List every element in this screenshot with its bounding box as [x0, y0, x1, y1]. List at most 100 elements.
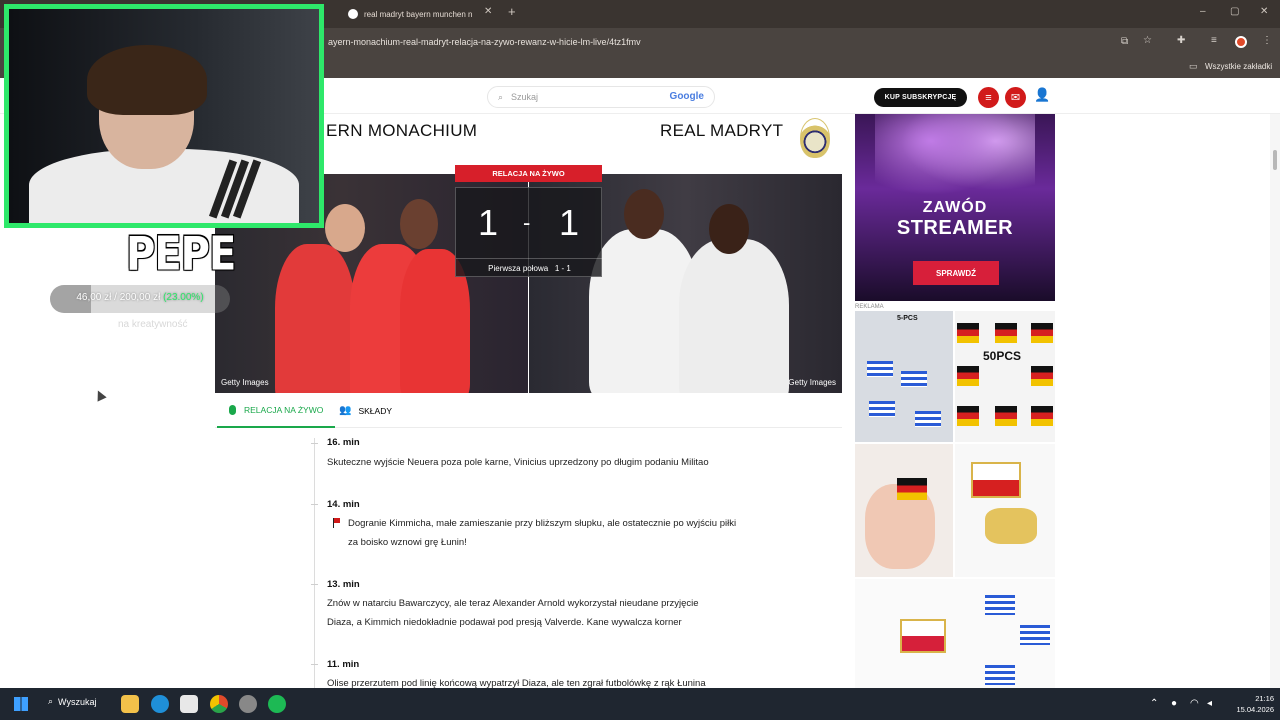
- webcam-overlay: [4, 4, 324, 228]
- greek-flag-pin: [915, 411, 941, 427]
- half-status: Pierwsza połowa 1 - 1: [456, 258, 603, 273]
- pin-back: [985, 508, 1037, 544]
- tab-title: real madryt bayern munchen n: [364, 9, 473, 19]
- browser-tab-active[interactable]: real madryt bayern munchen n: [348, 4, 493, 24]
- away-team-name[interactable]: REAL MADRYT: [660, 121, 783, 141]
- webcam-person-hair: [87, 45, 207, 115]
- timeline-line: [314, 438, 315, 688]
- away-score: 1: [559, 202, 580, 243]
- all-bookmarks-link[interactable]: Wszystkie zakładki: [1205, 62, 1272, 71]
- menu-icon[interactable]: ≡: [978, 87, 999, 108]
- people-icon: 👥: [339, 405, 352, 416]
- search-icon: ⌕: [498, 91, 504, 102]
- window-close-icon[interactable]: ✕: [1260, 6, 1268, 17]
- mail-icon[interactable]: ✉: [1005, 87, 1026, 108]
- player-head: [325, 204, 365, 252]
- donation-amount: 46,00 zł / 200,00 zł: [76, 292, 161, 303]
- greek-flag-pin: [985, 665, 1015, 685]
- chrome-favicon-icon: [348, 9, 358, 19]
- obs-icon[interactable]: [239, 695, 257, 713]
- german-flag-pin: [957, 323, 979, 343]
- taskbar: ⌕ Wyszukaj ⌃ ● ◠ ◂ 21:16 15.04.2026: [0, 688, 1280, 720]
- ad-product-image[interactable]: [955, 444, 1055, 577]
- tab-live[interactable]: RELACJA NA ŻYWO: [216, 405, 336, 428]
- google-logo: Google: [669, 91, 704, 102]
- event-text: Dogranie Kimmicha, małe zamieszanie przy…: [348, 518, 737, 529]
- close-tab-icon[interactable]: ✕: [484, 6, 492, 17]
- donation-goal-bar: 46,00 zł / 200,00 zł (23.00%): [50, 285, 230, 313]
- clock[interactable]: 21:16 15.04.2026: [1230, 693, 1274, 715]
- bookmark-star-icon[interactable]: ☆: [1143, 35, 1152, 46]
- tab-lineups[interactable]: 👥 SKŁADY: [339, 405, 392, 416]
- taskbar-search-label: Wyszukaj: [58, 696, 97, 707]
- event-text: Diaza, a Kimmich niedokładnie podawał po…: [327, 617, 682, 628]
- event-text: za boisko wznowi grę Łunin!: [348, 537, 467, 548]
- store-icon[interactable]: [180, 695, 198, 713]
- volume-icon[interactable]: ◂: [1207, 698, 1212, 709]
- ad-product-image[interactable]: [855, 579, 1055, 688]
- search-input[interactable]: ⌕ Szukaj Google: [487, 86, 715, 108]
- ad-pcs-big: 50PCS: [983, 349, 1022, 363]
- chrome-icon[interactable]: [210, 695, 228, 713]
- ad-label: REKLAMA: [855, 304, 884, 310]
- corner-flag-icon: [333, 518, 340, 528]
- player-head: [400, 199, 438, 249]
- taskbar-search[interactable]: ⌕ Wyszukaj: [48, 696, 96, 707]
- german-flag-pin: [957, 366, 979, 386]
- ad-pcs-small: 5-PCS: [897, 315, 918, 322]
- new-tab-icon[interactable]: +: [508, 4, 516, 19]
- edge-icon[interactable]: [151, 695, 169, 713]
- donation-percent: (23.00%): [163, 292, 204, 303]
- clock-time: 21:16: [1255, 694, 1274, 703]
- subscribe-button[interactable]: KUP SUBSKRYPCJĘ: [874, 88, 967, 107]
- player-shape: [275, 244, 355, 393]
- home-team-name[interactable]: ERN MONACHIUM: [326, 121, 477, 141]
- maximize-icon[interactable]: ▢: [1230, 6, 1239, 17]
- german-flag-pin: [897, 478, 927, 500]
- timeline-tick: [311, 664, 318, 665]
- mouse-cursor-icon: [93, 388, 107, 402]
- donation-goal-title: na kreatywność: [118, 319, 188, 330]
- ad-check-button[interactable]: SPRAWDŹ: [913, 261, 999, 285]
- url-text[interactable]: ayern-monachium-real-madryt-relacja-na-z…: [328, 37, 641, 47]
- ad-product-image[interactable]: 50PCS: [955, 311, 1055, 442]
- microphone-tray-icon[interactable]: ●: [1171, 698, 1177, 709]
- event-minute: 11. min: [327, 659, 360, 670]
- search-placeholder: Szukaj: [511, 92, 539, 102]
- tab-lineups-label: SKŁADY: [358, 405, 392, 416]
- wifi-icon[interactable]: ◠: [1190, 698, 1199, 709]
- photo-credit-right: Getty Images: [788, 378, 836, 387]
- timeline-tick: [311, 443, 318, 444]
- scoreboard: 1 - 1 Pierwsza połowa 1 - 1: [455, 187, 603, 277]
- screen: real madryt bayern munchen n ✕ + – ▢ ✕ a…: [0, 0, 1280, 720]
- german-flag-pin: [1031, 366, 1053, 386]
- spotify-icon[interactable]: [268, 695, 286, 713]
- page-scrollbar[interactable]: [1270, 114, 1280, 688]
- czech-flag-pin: [971, 462, 1021, 498]
- windows-start-icon[interactable]: [14, 697, 28, 711]
- real-madrid-crest-icon: [800, 118, 830, 158]
- search-icon: ⌕: [48, 696, 54, 706]
- timeline-tick: [311, 504, 318, 505]
- ad-title-line1: ZAWÓD: [922, 199, 988, 216]
- ad-product-image[interactable]: [855, 444, 953, 577]
- extensions-icon[interactable]: ✚: [1177, 35, 1185, 46]
- media-icon[interactable]: ≡: [1211, 35, 1217, 46]
- greek-flag-pin: [1020, 625, 1050, 645]
- profile-avatar-icon[interactable]: [1235, 36, 1247, 48]
- greek-flag-pin: [869, 401, 895, 417]
- file-explorer-icon[interactable]: [121, 695, 139, 713]
- streamer-ad[interactable]: ZAWÓD STREAMER SPRAWDŹ: [855, 114, 1055, 301]
- minimize-icon[interactable]: –: [1200, 6, 1206, 17]
- ad-title-line2: STREAMER: [896, 217, 1014, 239]
- user-icon[interactable]: 👤: [1034, 87, 1050, 103]
- greek-flag-pin: [985, 595, 1015, 615]
- tray-expand-icon[interactable]: ⌃: [1150, 698, 1158, 709]
- half-label: Pierwsza połowa: [488, 264, 549, 273]
- scrollbar-thumb[interactable]: [1273, 150, 1277, 170]
- german-flag-pin: [995, 323, 1017, 343]
- menu-kebab-icon[interactable]: ⋮: [1262, 35, 1272, 46]
- cast-icon[interactable]: ⧉: [1121, 36, 1128, 47]
- ad-product-image[interactable]: 5-PCS: [855, 311, 953, 442]
- half-score: 1 - 1: [554, 264, 571, 273]
